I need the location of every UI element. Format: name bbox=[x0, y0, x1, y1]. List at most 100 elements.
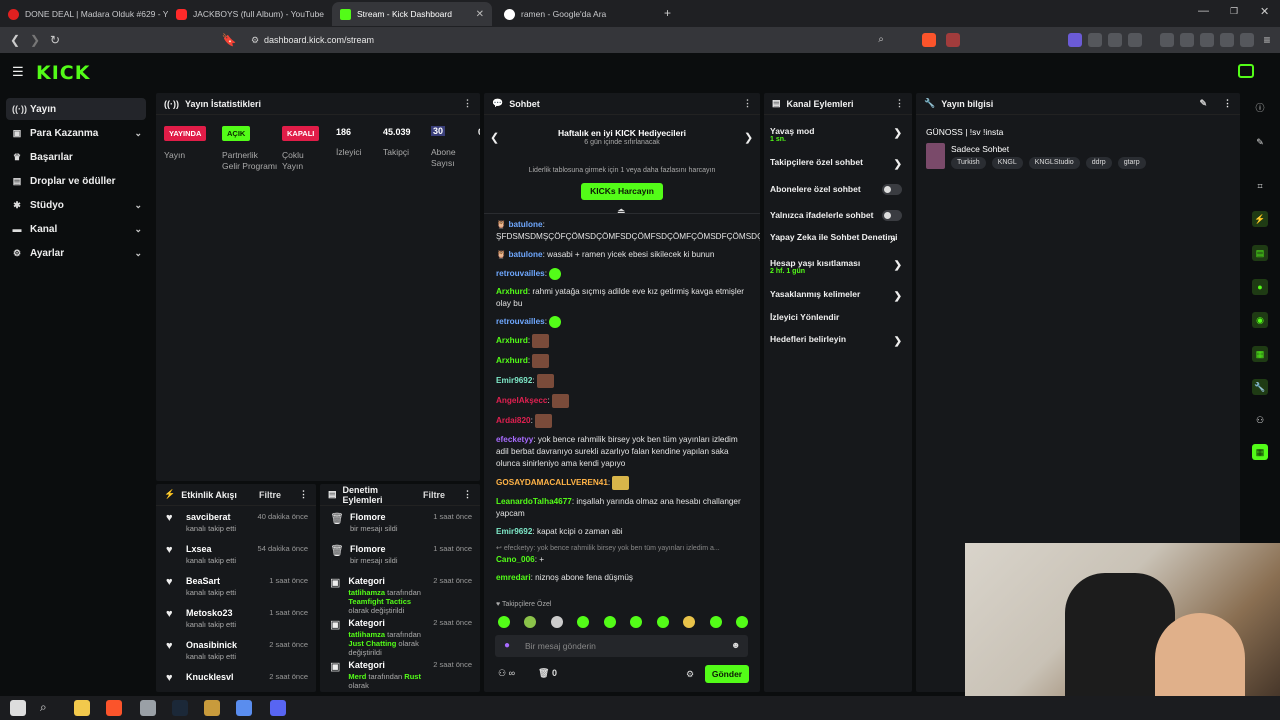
account-age-row[interactable]: Hesap yaşı kısıtlaması 2 hf. 1 gün ❯ bbox=[770, 258, 906, 275]
chat-input[interactable]: Bir mesaj gönderin bbox=[525, 641, 596, 651]
leo-icon[interactable] bbox=[1220, 33, 1234, 47]
extension-icon[interactable] bbox=[1108, 33, 1122, 47]
more-icon[interactable]: ⋮ bbox=[1223, 98, 1232, 109]
hamburger-icon[interactable]: ☰ bbox=[12, 64, 24, 80]
emote-icon[interactable] bbox=[603, 616, 616, 628]
back-icon[interactable]: ❮ bbox=[6, 31, 24, 49]
list-icon[interactable]: ▤ bbox=[1252, 245, 1268, 261]
reload-icon[interactable]: ↻ bbox=[46, 31, 64, 49]
pencil-icon[interactable]: ✎ bbox=[1252, 134, 1268, 150]
filter-button[interactable]: Filtre bbox=[423, 490, 445, 500]
search-icon[interactable]: ⌕ bbox=[40, 700, 56, 716]
more-icon[interactable]: ⋮ bbox=[895, 98, 904, 109]
steam-icon[interactable] bbox=[172, 700, 188, 716]
emoji-icon[interactable]: ☻ bbox=[731, 640, 740, 650]
wallet-icon[interactable] bbox=[1200, 33, 1214, 47]
league-icon[interactable] bbox=[204, 700, 220, 716]
app-icon[interactable] bbox=[236, 700, 252, 716]
chat-input-box[interactable]: ● Bir mesaj gönderin ☻ bbox=[495, 635, 748, 657]
collapse-icon[interactable]: ⏏ bbox=[617, 206, 626, 217]
close-tab-icon[interactable]: ✕ bbox=[476, 9, 484, 20]
restore-icon[interactable]: ❐ bbox=[1230, 6, 1238, 17]
browser-tab-3[interactable]: Stream - Kick Dashboard ✕ bbox=[332, 2, 492, 26]
banned-words-row[interactable]: Yasaklanmış kelimeler ❯ bbox=[770, 289, 906, 302]
new-tab-icon[interactable]: + bbox=[664, 6, 671, 20]
tag[interactable]: KNGL bbox=[991, 157, 1023, 169]
tag[interactable]: gtarp bbox=[1117, 157, 1146, 169]
followers-chat-row[interactable]: Takipçilere özel sohbet ❯ bbox=[770, 157, 906, 170]
bolt-icon[interactable]: ⚡ bbox=[1252, 211, 1268, 227]
file-explorer-icon[interactable] bbox=[74, 700, 90, 716]
url-field[interactable]: dashboard.kick.com/stream bbox=[264, 31, 904, 49]
emote-icon[interactable] bbox=[709, 616, 722, 628]
sidebar-item-droplar[interactable]: ▤ Droplar ve ödüller bbox=[6, 170, 146, 192]
sidebar-item-kanal[interactable]: ▬ Kanal ⌄ bbox=[6, 218, 146, 240]
add-widget-icon[interactable]: ▦ bbox=[1252, 444, 1268, 460]
emote-icon[interactable] bbox=[656, 616, 669, 628]
crop-icon[interactable]: ⌗ bbox=[1252, 178, 1268, 194]
chat-icon[interactable]: ● bbox=[1252, 279, 1268, 295]
more-icon[interactable]: ⋮ bbox=[743, 98, 752, 109]
spend-kicks-button[interactable]: KICKs Harcayın bbox=[581, 183, 663, 200]
bookmark-icon[interactable]: 🔖 bbox=[220, 31, 238, 49]
raid-row[interactable]: İzleyici Yönlendir bbox=[770, 312, 906, 322]
close-window-icon[interactable]: ✕ bbox=[1260, 5, 1269, 18]
tag[interactable]: ddrp bbox=[1085, 157, 1112, 169]
mic-icon[interactable]: ● bbox=[504, 640, 510, 651]
wrench-icon[interactable]: 🔧 bbox=[1252, 379, 1268, 395]
kick-logo[interactable]: KICK bbox=[36, 62, 90, 84]
edit-icon[interactable]: ✎ bbox=[1199, 98, 1207, 109]
extension-icon[interactable] bbox=[1068, 33, 1082, 47]
menu-icon[interactable]: ≡ bbox=[1258, 31, 1276, 49]
extension-icon[interactable] bbox=[1088, 33, 1102, 47]
app-icon[interactable] bbox=[140, 700, 156, 716]
info-icon[interactable]: ⓘ bbox=[1252, 100, 1268, 116]
emote-icon[interactable] bbox=[524, 616, 537, 628]
emote-icon[interactable] bbox=[630, 616, 643, 628]
emote-chat-toggle[interactable] bbox=[882, 210, 902, 221]
slow-mode-row[interactable]: Yavaş mod 1 sn. ❯ bbox=[770, 126, 906, 143]
mod-list-icon[interactable]: ▦ bbox=[1252, 346, 1268, 362]
send-button[interactable]: Gönder bbox=[705, 665, 749, 683]
more-icon[interactable]: ⋮ bbox=[463, 98, 472, 109]
sidebar-item-para-kazanma[interactable]: ▣ Para Kazanma ⌄ bbox=[6, 122, 146, 144]
brave-shield-icon[interactable] bbox=[922, 33, 936, 47]
emote-icon[interactable] bbox=[498, 616, 510, 628]
sidebar-item-basarilar[interactable]: ♛ Başarılar bbox=[6, 146, 146, 168]
ai-moderation-row[interactable]: Yapay Zeka ile Sohbet Denetimi ↗ bbox=[770, 232, 900, 245]
browser-tab-2[interactable]: JACKBOYS (full Album) - YouTube bbox=[168, 2, 330, 26]
sidebar-item-yayin[interactable]: ((·)) Yayın bbox=[6, 98, 146, 120]
users-icon[interactable]: ⚇ bbox=[1252, 412, 1268, 428]
emote-icon[interactable] bbox=[683, 616, 696, 628]
site-info-icon[interactable]: ⚙ bbox=[246, 31, 264, 49]
brave-icon[interactable] bbox=[106, 700, 122, 716]
browser-tab-1[interactable]: DONE DEAL | Madara Olduk #629 - Y bbox=[0, 2, 168, 26]
subs-chat-toggle[interactable] bbox=[882, 184, 902, 195]
discord-icon[interactable] bbox=[270, 700, 286, 716]
vpn-icon[interactable] bbox=[1240, 33, 1254, 47]
brave-rewards-icon[interactable] bbox=[946, 33, 960, 47]
goals-row[interactable]: Hedefleri belirleyin ❯ bbox=[770, 334, 906, 347]
media-icon[interactable] bbox=[1160, 33, 1174, 47]
users-icon[interactable]: ⚇ ∞ bbox=[498, 668, 515, 679]
minimize-icon[interactable]: — bbox=[1198, 5, 1209, 17]
windows-start-icon[interactable] bbox=[10, 700, 26, 716]
emote-icon[interactable] bbox=[550, 616, 563, 628]
kick-app-icon[interactable] bbox=[1238, 64, 1254, 78]
more-icon[interactable]: ⋮ bbox=[463, 489, 472, 500]
sidebar-item-studyo[interactable]: ✱ Stüdyo ⌄ bbox=[6, 194, 146, 216]
more-icon[interactable]: ⋮ bbox=[299, 489, 308, 500]
emote-icon[interactable] bbox=[577, 616, 590, 628]
emote-icon[interactable] bbox=[735, 616, 748, 628]
sidebar-item-ayarlar[interactable]: ⚙ Ayarlar ⌄ bbox=[6, 242, 146, 264]
zoom-icon[interactable]: ⌕ bbox=[872, 31, 890, 49]
tag[interactable]: KNGLStudio bbox=[1028, 157, 1080, 169]
sidebar-toggle-icon[interactable] bbox=[1180, 33, 1194, 47]
browser-tab-4[interactable]: ramen - Google'da Ara bbox=[496, 2, 656, 26]
forward-icon[interactable]: ❯ bbox=[26, 31, 44, 49]
filter-button[interactable]: Filtre bbox=[259, 490, 281, 500]
chevron-right-icon[interactable]: ❯ bbox=[744, 131, 753, 144]
category-name[interactable]: Sadece Sohbet bbox=[951, 144, 1009, 154]
settings-icon[interactable]: ⚙ bbox=[686, 669, 694, 680]
broadcast-icon[interactable]: ◉ bbox=[1252, 312, 1268, 328]
